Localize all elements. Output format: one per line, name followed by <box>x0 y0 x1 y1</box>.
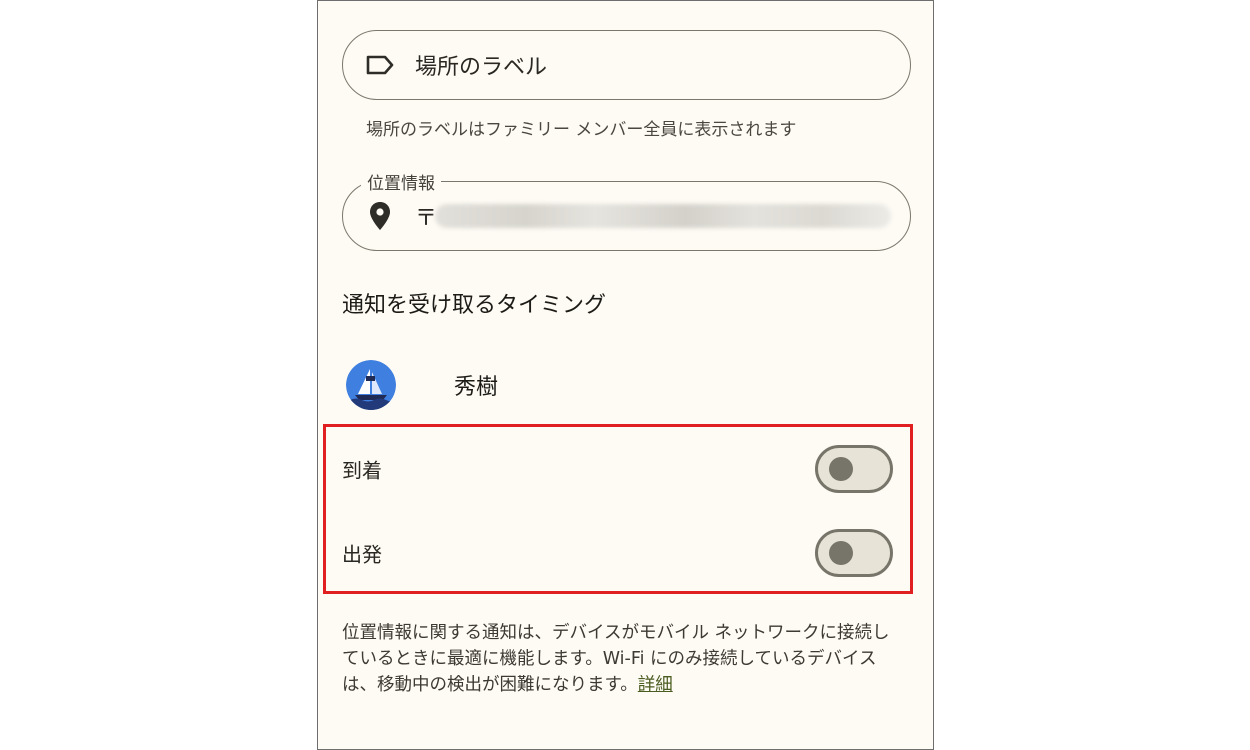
location-field-label: 位置情報 <box>361 169 441 194</box>
arrival-switch-knob <box>829 457 853 481</box>
location-address-redacted <box>435 204 891 228</box>
arrival-label: 到着 <box>342 458 382 483</box>
location-pin-icon <box>363 199 397 233</box>
footnote-line-3: は、移動中の検出が困難になります。詳細 <box>342 672 917 698</box>
arrival-toggle-row[interactable]: 到着 <box>342 444 902 494</box>
footnote-line-2: ているときに最適に機能します。Wi-Fi にのみ接続しているデバイス <box>342 649 877 669</box>
member-row: 秀樹 <box>346 359 498 411</box>
notification-footnote: 位置情報に関する通知は、デバイスがモバイル ネットワークに接続し ているときに最… <box>342 620 917 698</box>
place-label-input[interactable]: 場所のラベル <box>342 30 911 100</box>
footnote-line-1: 位置情報に関する通知は、デバイスがモバイル ネットワークに接続し <box>342 623 890 643</box>
place-label-placeholder: 場所のラベル <box>415 55 548 80</box>
departure-toggle-row[interactable]: 出発 <box>342 528 902 578</box>
avatar <box>346 360 396 410</box>
departure-switch[interactable] <box>815 529 893 577</box>
notify-timing-title: 通知を受け取るタイミング <box>342 293 607 318</box>
departure-switch-knob <box>829 541 853 565</box>
screen: 場所のラベル 場所のラベルはファミリー メンバー全員に表示されます 位置情報 〒… <box>317 0 934 750</box>
footnote-line-3-text: は、移動中の検出が困難になります。 <box>342 675 638 695</box>
arrival-switch[interactable] <box>815 445 893 493</box>
departure-label: 出発 <box>342 542 382 567</box>
location-input[interactable]: 位置情報 〒 <box>342 169 911 251</box>
place-label-helper-text: 場所のラベルはファミリー メンバー全員に表示されます <box>366 120 797 140</box>
label-tag-icon <box>363 48 397 82</box>
location-value-prefix: 〒 <box>415 206 438 231</box>
member-name: 秀樹 <box>454 375 499 400</box>
learn-more-link[interactable]: 詳細 <box>638 675 673 695</box>
